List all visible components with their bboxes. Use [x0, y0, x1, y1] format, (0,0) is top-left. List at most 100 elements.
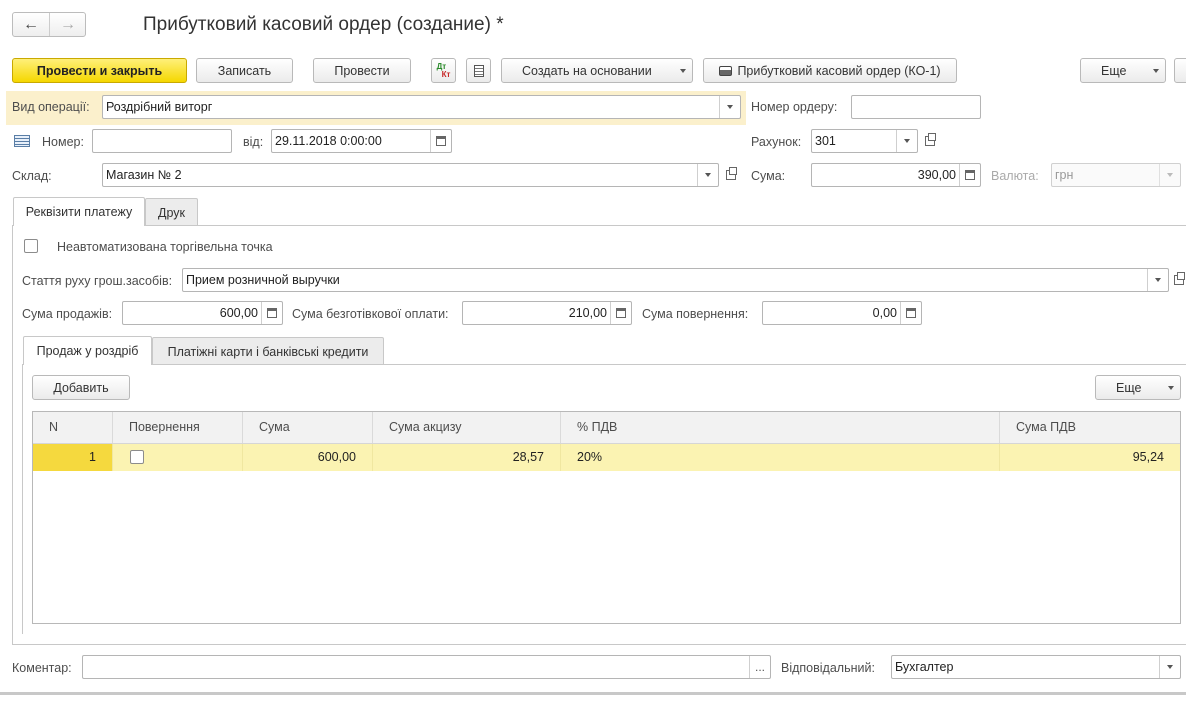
calculator-icon: [906, 308, 916, 318]
operation-type-label: Вид операції:: [12, 100, 90, 114]
dropdown-button[interactable]: [697, 164, 718, 186]
chevron-down-icon: [1167, 173, 1173, 177]
dropdown-button[interactable]: [1147, 269, 1168, 291]
table-header: N Повернення Сума Сума акцизу % ПДВ Сума…: [33, 412, 1180, 444]
noncash-field[interactable]: 210,00: [462, 301, 632, 325]
page-title: Прибутковий касовий ордер (создание) *: [143, 14, 504, 35]
sum-label: Сума:: [751, 169, 786, 183]
nonauto-label: Неавтоматизована торгівельна точка: [57, 240, 273, 254]
col-sum[interactable]: Сума: [243, 412, 373, 443]
col-return[interactable]: Повернення: [113, 412, 243, 443]
sum-field[interactable]: 390,00: [811, 163, 981, 187]
col-vat-rate[interactable]: % ПДВ: [561, 412, 1000, 443]
sales-table: N Повернення Сума Сума акцизу % ПДВ Сума…: [32, 411, 1181, 624]
cell-n[interactable]: 1: [33, 444, 113, 471]
create-based-on-button[interactable]: Создать на основании: [501, 58, 693, 83]
calculator-button[interactable]: [261, 302, 282, 324]
col-n[interactable]: N: [33, 412, 113, 443]
currency-label: Валюта:: [991, 169, 1039, 183]
table-row[interactable]: 1 600,00 28,57 20% 95,24: [33, 444, 1180, 471]
document-list-icon[interactable]: [14, 135, 30, 147]
add-row-button[interactable]: Добавить: [32, 375, 130, 400]
chevron-down-icon: [705, 173, 711, 177]
cashflow-open-button[interactable]: [1171, 268, 1186, 292]
print-ko1-button[interactable]: Прибутковий касовий ордер (КО-1): [703, 58, 957, 83]
post-button[interactable]: Провести: [313, 58, 411, 83]
calculator-icon: [965, 170, 975, 180]
chevron-down-icon: [1155, 278, 1161, 282]
calculator-button[interactable]: [900, 302, 921, 324]
calculator-button[interactable]: [959, 164, 980, 186]
sales-sum-label: Сума продажів:: [22, 307, 113, 321]
dropdown-button[interactable]: [896, 130, 917, 152]
noncash-label: Сума безготівкової оплати:: [292, 307, 449, 321]
nonauto-checkbox[interactable]: [24, 239, 38, 253]
dtkt-icon: Дт Кт: [436, 61, 451, 79]
cell-return[interactable]: [113, 444, 243, 471]
dropdown-button[interactable]: [719, 96, 740, 118]
save-button[interactable]: Записать: [196, 58, 293, 83]
post-and-close-button[interactable]: Провести и закрыть: [12, 58, 187, 83]
order-number-field[interactable]: [851, 95, 981, 119]
return-checkbox[interactable]: [130, 450, 144, 464]
responsible-label: Відповідальний:: [781, 661, 875, 675]
cell-vat-sum[interactable]: 95,24: [1000, 444, 1180, 471]
chevron-down-icon: [1153, 69, 1159, 73]
cell-sum[interactable]: 600,00: [243, 444, 373, 471]
comment-select-button[interactable]: ...: [749, 656, 770, 678]
nav-group: ← →: [12, 12, 86, 37]
responsible-field[interactable]: Бухгалтер: [891, 655, 1181, 679]
cashflow-label: Стаття руху грош.засобів:: [22, 274, 173, 288]
comment-field[interactable]: ...: [82, 655, 771, 679]
comment-label: Коментар:: [12, 661, 72, 675]
calendar-icon: [436, 136, 446, 146]
printer-icon: [719, 65, 733, 76]
forward-button[interactable]: →: [50, 13, 86, 36]
return-field[interactable]: 0,00: [762, 301, 922, 325]
chevron-down-icon: [1167, 665, 1173, 669]
date-label: від:: [243, 135, 264, 149]
calendar-button[interactable]: [430, 130, 451, 152]
report-button[interactable]: [466, 58, 491, 83]
open-icon: [925, 133, 936, 146]
tab-payment-cards[interactable]: Платіжні карти і банківські кредити: [152, 337, 384, 365]
dtkt-button[interactable]: Дт Кт: [431, 58, 456, 83]
sales-sum-field[interactable]: 600,00: [122, 301, 283, 325]
calculator-icon: [267, 308, 277, 318]
operation-type-select[interactable]: Роздрібний виторг: [102, 95, 741, 119]
number-field[interactable]: [92, 129, 232, 153]
currency-field[interactable]: грн: [1051, 163, 1181, 187]
calculator-icon: [616, 308, 626, 318]
back-button[interactable]: ←: [13, 13, 50, 36]
document-icon: [473, 64, 484, 77]
dropdown-button[interactable]: [1159, 656, 1180, 678]
dropdown-button[interactable]: [1159, 164, 1180, 186]
table-more-button[interactable]: Еще: [1095, 375, 1181, 400]
warehouse-label: Склад:: [12, 169, 52, 183]
account-label: Рахунок:: [751, 135, 802, 149]
help-button[interactable]: [1174, 58, 1186, 83]
return-label: Сума повернення:: [642, 307, 749, 321]
cashflow-field[interactable]: Прием розничной выручки: [182, 268, 1169, 292]
cell-excise[interactable]: 28,57: [373, 444, 561, 471]
tab-print[interactable]: Друк: [145, 198, 198, 226]
cell-vat-rate[interactable]: 20%: [561, 444, 1000, 471]
warehouse-open-button[interactable]: [721, 163, 741, 187]
chevron-down-icon: [1168, 386, 1174, 390]
account-field[interactable]: 301: [811, 129, 918, 153]
tab-retail-sales[interactable]: Продаж у роздріб: [23, 336, 152, 365]
order-number-label: Номер ордеру:: [751, 100, 838, 114]
more-button[interactable]: Еще: [1080, 58, 1166, 83]
calculator-button[interactable]: [610, 302, 631, 324]
arrow-right-icon: →: [60, 15, 76, 33]
open-icon: [726, 167, 737, 180]
warehouse-field[interactable]: Магазин № 2: [102, 163, 719, 187]
bottom-border: [0, 692, 1186, 695]
col-vat-sum[interactable]: Сума ПДВ: [1000, 412, 1180, 443]
tab-payment-details[interactable]: Реквізити платежу: [13, 197, 145, 226]
chevron-down-icon: [727, 105, 733, 109]
account-open-button[interactable]: [920, 129, 940, 153]
date-field[interactable]: 29.11.2018 0:00:00: [271, 129, 452, 153]
arrow-left-icon: ←: [23, 15, 39, 33]
col-excise[interactable]: Сума акцизу: [373, 412, 561, 443]
